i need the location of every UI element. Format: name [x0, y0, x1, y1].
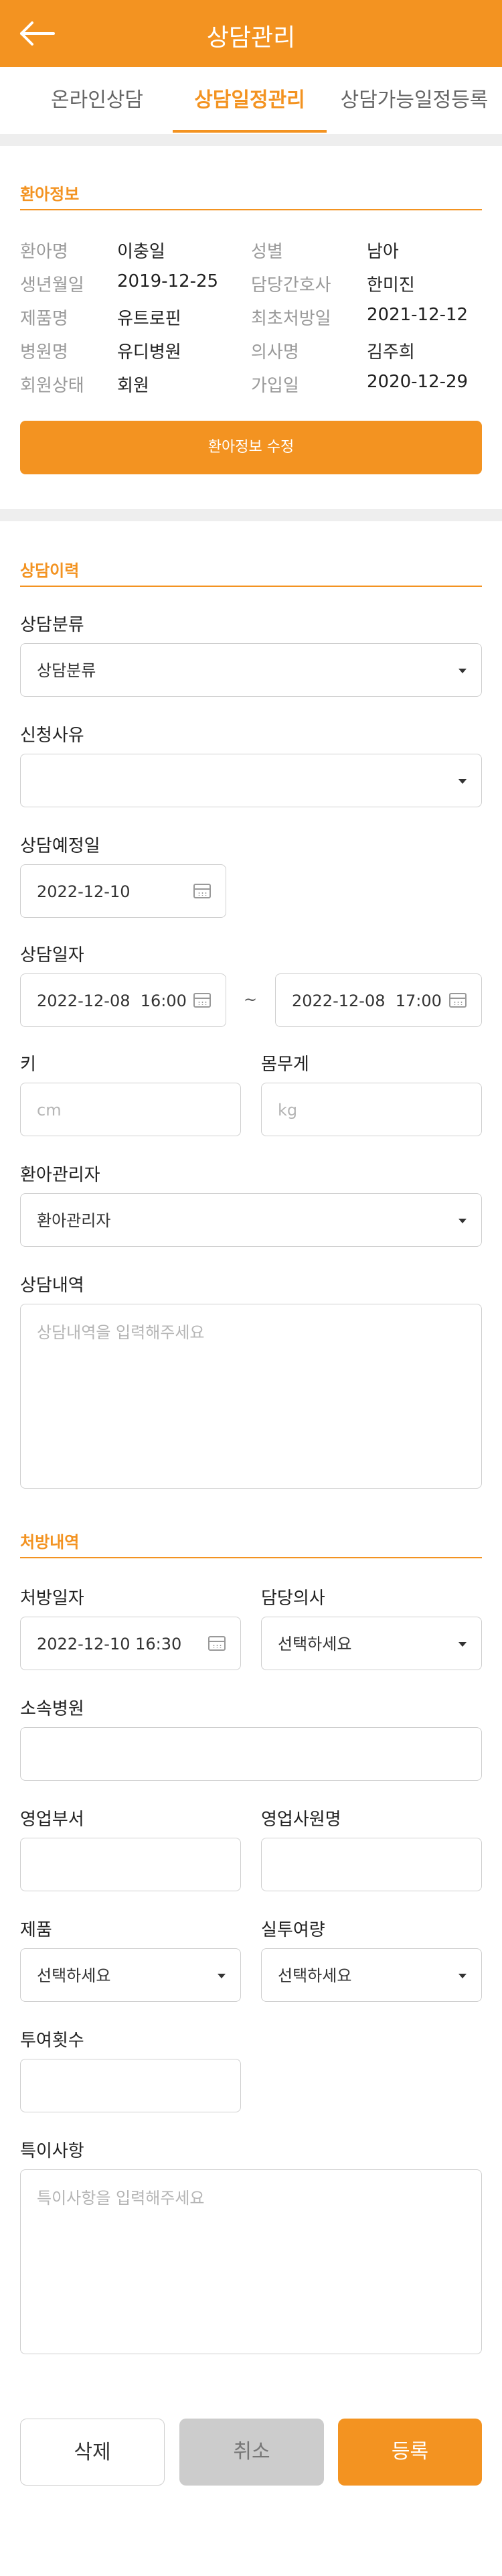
scheduled-date-input[interactable]: 2022-12-10 — [20, 864, 226, 918]
register-button[interactable]: 등록 — [338, 2419, 482, 2486]
notes-textarea[interactable]: 특이사항을 입력해주세요 — [20, 2169, 482, 2354]
info-value: 유디병원 — [117, 342, 181, 362]
reason-label: 신청사유 — [20, 726, 84, 746]
consult-date-to-value: 2022-12-08 17:00 — [292, 992, 442, 1010]
info-label: 생년월일 — [20, 275, 84, 295]
consult-content-label: 상담내역 — [20, 1276, 84, 1296]
section-line — [20, 209, 482, 210]
info-value: 회원 — [117, 376, 149, 396]
info-label: 성별 — [251, 242, 283, 262]
section-divider — [0, 509, 502, 521]
dose-count-input[interactable] — [20, 2059, 241, 2112]
consult-category-value: 상담분류 — [37, 661, 96, 680]
product-value: 선택하세요 — [37, 1966, 111, 1985]
info-value: 이충일 — [117, 242, 165, 262]
chevron-down-icon — [458, 1219, 467, 1223]
notes-placeholder: 특이사항을 입력해주세요 — [37, 2189, 205, 2208]
doctor-select[interactable]: 선택하세요 — [261, 1617, 482, 1670]
weight-input[interactable]: kg — [261, 1083, 482, 1136]
patient-manager-label: 환아관리자 — [20, 1165, 100, 1185]
cancel-button[interactable]: 취소 — [179, 2419, 324, 2486]
consult-date-to-input[interactable]: 2022-12-08 17:00 — [275, 973, 482, 1027]
edit-patient-info-button[interactable]: 환아정보 수정 — [20, 421, 482, 474]
reason-select[interactable] — [20, 754, 482, 807]
active-tab-indicator — [173, 130, 327, 133]
scheduled-date-value: 2022-12-10 — [37, 882, 131, 901]
calendar-icon — [193, 993, 211, 1008]
tab-consult-schedule[interactable]: 상담일정관리 — [173, 67, 327, 134]
app-header: 상담관리 — [0, 0, 502, 67]
info-value: 남아 — [367, 242, 399, 262]
sales-dept-input[interactable] — [20, 1838, 241, 1891]
info-value: 김주희 — [367, 342, 415, 362]
info-label: 가입일 — [251, 376, 299, 396]
section-title-consult-history: 상담이력 — [20, 561, 80, 580]
info-value: 2019-12-25 — [117, 271, 219, 291]
product-label: 제품 — [20, 1920, 52, 1940]
weight-label: 몸무게 — [261, 1055, 309, 1075]
consult-content-textarea[interactable]: 상담내역을 입력해주세요 — [20, 1304, 482, 1489]
chevron-down-icon — [458, 669, 467, 673]
section-line — [20, 586, 482, 587]
info-label: 담당간호사 — [251, 275, 331, 295]
chevron-down-icon — [218, 1974, 226, 1978]
consult-date-label: 상담일자 — [20, 945, 84, 965]
product-select[interactable]: 선택하세요 — [20, 1948, 241, 2002]
hospital-label: 소속병원 — [20, 1699, 84, 1719]
info-label: 의사명 — [251, 342, 299, 362]
notes-label: 특이사항 — [20, 2141, 84, 2161]
dose-count-label: 투여횟수 — [20, 2031, 84, 2051]
info-label: 환아명 — [20, 242, 68, 262]
prescription-date-value: 2022-12-10 16:30 — [37, 1635, 182, 1653]
dose-label: 실투여량 — [261, 1920, 325, 1940]
prescription-date-label: 처방일자 — [20, 1588, 84, 1609]
dose-select[interactable]: 선택하세요 — [261, 1948, 482, 2002]
chevron-down-icon — [458, 779, 467, 784]
page-title: 상담관리 — [206, 24, 296, 52]
calendar-icon — [449, 993, 467, 1008]
tab-online-consult[interactable]: 온라인상담 — [13, 67, 181, 134]
tab-available-schedule[interactable]: 상담가능일정등록 — [327, 67, 502, 134]
section-line — [20, 1557, 482, 1558]
info-value: 유트로핀 — [117, 309, 181, 329]
consult-date-from-value: 2022-12-08 16:00 — [37, 992, 187, 1010]
height-label: 키 — [20, 1055, 36, 1075]
dose-value: 선택하세요 — [278, 1966, 352, 1985]
info-label: 회원상태 — [20, 376, 84, 396]
consult-category-select[interactable]: 상담분류 — [20, 643, 482, 697]
calendar-icon — [193, 884, 211, 898]
info-label: 최초처방일 — [251, 309, 331, 329]
sales-dept-label: 영업부서 — [20, 1810, 84, 1830]
consult-category-label: 상담분류 — [20, 615, 84, 635]
weight-placeholder: kg — [278, 1101, 298, 1120]
prescription-date-input[interactable]: 2022-12-10 16:30 — [20, 1617, 241, 1670]
consult-date-from-input[interactable]: 2022-12-08 16:00 — [20, 973, 226, 1027]
info-value: 한미진 — [367, 275, 415, 295]
sales-rep-input[interactable] — [261, 1838, 482, 1891]
chevron-down-icon — [458, 1642, 467, 1647]
calendar-icon — [208, 1636, 226, 1651]
info-label: 제품명 — [20, 309, 68, 329]
section-title-patient-info: 환아정보 — [20, 185, 80, 204]
doctor-label: 담당의사 — [261, 1588, 325, 1609]
sales-rep-label: 영업사원명 — [261, 1810, 341, 1830]
consult-content-placeholder: 상담내역을 입력해주세요 — [37, 1323, 205, 1342]
doctor-value: 선택하세요 — [278, 1635, 352, 1653]
chevron-down-icon — [458, 1974, 467, 1978]
height-placeholder: cm — [37, 1101, 62, 1120]
section-title-prescription: 처방내역 — [20, 1533, 80, 1552]
tab-bar: 온라인상담 상담일정관리 상담가능일정등록 — [0, 67, 502, 134]
info-value: 2021-12-12 — [367, 305, 469, 325]
height-input[interactable]: cm — [20, 1083, 241, 1136]
hospital-input[interactable] — [20, 1727, 482, 1781]
section-divider — [0, 134, 502, 146]
delete-button[interactable]: 삭제 — [20, 2419, 165, 2486]
patient-manager-value: 환아관리자 — [37, 1211, 111, 1230]
date-range-separator: ~ — [244, 990, 258, 1009]
info-value: 2020-12-29 — [367, 372, 469, 392]
patient-manager-select[interactable]: 환아관리자 — [20, 1193, 482, 1247]
scheduled-date-label: 상담예정일 — [20, 836, 100, 856]
info-label: 병원명 — [20, 342, 68, 362]
